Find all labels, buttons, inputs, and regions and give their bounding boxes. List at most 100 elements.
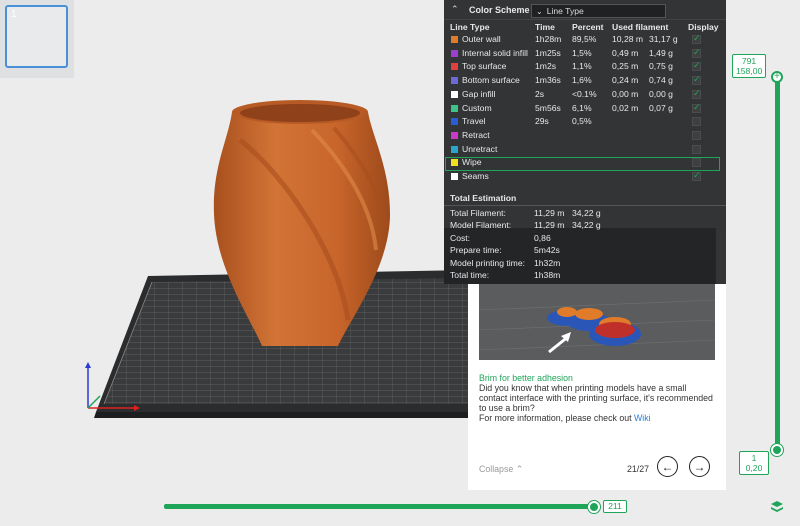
row-percent: 1,5% <box>572 47 592 58</box>
legend-row[interactable]: Bottom surface 1m36s 1,6% 0,24 m 0,74 g <box>444 74 726 88</box>
legend-row[interactable]: Custom 5m56s 6,1% 0,02 m 0,07 g <box>444 102 726 116</box>
row-time: 1m36s <box>535 75 561 86</box>
legend-row[interactable]: Gap infill 2s <0.1% 0,00 m 0,00 g <box>444 88 726 102</box>
display-checkbox[interactable] <box>692 60 701 72</box>
row-time: 1m25s <box>535 47 561 58</box>
color-swatch <box>451 104 458 112</box>
legend-row[interactable]: Internal solid infill 1m25s 1,5% 0,49 m 1,49… <box>444 47 726 61</box>
row-percent: <0.1% <box>572 88 597 99</box>
move-slider-value: 211 <box>603 500 627 513</box>
color-swatch <box>451 173 458 180</box>
legend-row[interactable]: Travel 29s 0,5% <box>444 115 726 129</box>
total-value: 0,86 <box>534 232 551 243</box>
row-name: Seams <box>462 171 489 181</box>
layer-slider-top-handle[interactable]: + <box>771 71 783 83</box>
row-length: 10,28 m <box>612 34 644 44</box>
color-swatch <box>451 131 458 139</box>
move-slider-track[interactable] <box>164 504 596 509</box>
total-label: Model Filament: <box>450 220 512 231</box>
row-percent: 0,5% <box>572 116 592 127</box>
plate-thumbnail[interactable]: 1 <box>5 5 68 68</box>
total-label: Total time: <box>450 270 490 280</box>
color-swatch <box>451 63 458 71</box>
layer-slider-bottom-handle[interactable] <box>771 444 783 456</box>
legend-row[interactable]: Seams <box>444 170 726 184</box>
legend-row[interactable]: Top surface 1m2s 1,1% 0,25 m 0,75 g <box>444 60 726 74</box>
row-length: 0,49 m <box>612 47 639 58</box>
display-checkbox[interactable] <box>692 117 701 127</box>
color-scheme-panel: ⌃ Color Scheme ⌄ Line Type Line Type Tim… <box>444 0 726 284</box>
color-swatch <box>451 49 458 57</box>
row-name: Bottom surface <box>462 75 520 86</box>
display-checkbox[interactable] <box>692 170 701 181</box>
col-header-percent: Percent <box>572 22 604 32</box>
color-swatch <box>451 118 458 126</box>
row-name: Unretract <box>462 143 498 154</box>
collapse-button[interactable]: Collapse ⌃ <box>479 464 523 475</box>
arrow-left-icon: ← <box>661 459 674 474</box>
color-swatch <box>451 90 458 98</box>
legend-divider <box>444 205 726 206</box>
display-checkbox[interactable] <box>692 144 701 154</box>
display-checkbox[interactable] <box>692 47 701 58</box>
bottom-layer-number: 1 <box>751 453 757 463</box>
prev-tip-button[interactable]: ← <box>657 456 678 477</box>
plus-icon: + <box>774 71 780 82</box>
color-swatch <box>451 145 458 153</box>
row-weight: 31,17 g <box>649 34 678 44</box>
display-checkbox[interactable] <box>692 130 701 140</box>
total-value2: 34,22 g <box>572 208 601 218</box>
row-name: Retract <box>462 129 490 140</box>
display-checkbox[interactable] <box>692 74 701 86</box>
total-value: 11,29 m <box>534 208 565 218</box>
total-label: Prepare time: <box>450 245 502 256</box>
display-checkbox[interactable] <box>692 102 701 113</box>
display-checkbox[interactable] <box>692 88 701 99</box>
row-weight: 0,00 g <box>649 88 673 99</box>
top-layer-height: 158,00 <box>736 66 763 76</box>
bottom-layer-label: 1 0,20 <box>739 451 769 475</box>
row-name: Outer wall <box>462 34 501 44</box>
col-header-time: Time <box>535 22 555 32</box>
move-slider-handle[interactable] <box>588 501 600 513</box>
layers-icon[interactable] <box>770 500 784 514</box>
row-name: Travel <box>462 116 486 127</box>
tip-title: Brim for better adhesion <box>479 373 573 383</box>
col-header-display: Display <box>688 22 719 32</box>
legend-row[interactable]: Unretract <box>444 143 726 157</box>
row-weight: 0,75 g <box>649 61 673 72</box>
wiki-link[interactable]: Wiki <box>634 413 651 423</box>
row-name: Gap infill <box>462 88 496 99</box>
line-type-select[interactable]: ⌄ Line Type <box>531 4 666 18</box>
col-header-used-filament: Used filament <box>612 22 669 32</box>
layer-slider-track[interactable] <box>775 76 780 450</box>
legend-row[interactable]: Outer wall 1h28m 89,5% 10,28 m 31,17 g <box>444 33 726 47</box>
arrow-right-icon: → <box>693 459 706 474</box>
row-percent: 1,6% <box>572 75 592 86</box>
total-label: Cost: <box>450 232 471 243</box>
tip-body-text: Did you know that when printing models h… <box>479 383 713 413</box>
tip-body: Did you know that when printing models h… <box>479 383 715 423</box>
collapse-label: Collapse <box>479 464 514 474</box>
row-length: 0,24 m <box>612 75 639 86</box>
next-tip-button[interactable]: → <box>689 456 710 477</box>
legend-row[interactable]: Retract <box>444 129 726 143</box>
row-percent: 89,5% <box>572 34 597 44</box>
total-value: 1h38m <box>534 270 561 280</box>
color-swatch <box>451 77 458 85</box>
tip-page-counter: 21/27 <box>627 464 650 474</box>
total-value: 5m42s <box>534 245 560 256</box>
row-time: 5m56s <box>535 102 561 113</box>
row-weight: 1,49 g <box>649 47 673 58</box>
chevron-up-icon: ⌃ <box>515 464 524 474</box>
wipe-row-highlight <box>445 157 720 171</box>
color-swatch <box>451 36 458 43</box>
chevron-up-icon[interactable]: ⌃ <box>451 4 465 15</box>
total-value2: 34,22 g <box>572 220 601 231</box>
top-layer-number: 791 <box>741 56 757 66</box>
object-list-strip: 1 <box>0 0 74 78</box>
row-length: 0,25 m <box>612 61 639 72</box>
row-length: 0,00 m <box>612 88 639 99</box>
row-time: 29s <box>535 116 549 127</box>
display-checkbox[interactable] <box>692 33 701 44</box>
